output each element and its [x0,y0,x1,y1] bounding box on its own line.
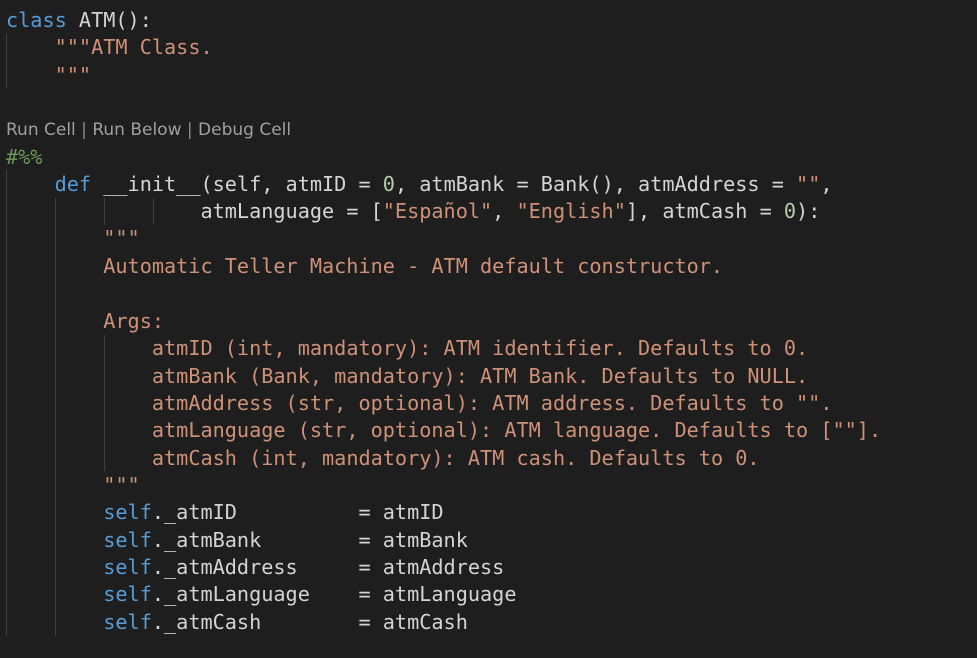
docstring-token: """ATM Class. [54,35,213,59]
docstring-token: atmBank (Bank, mandatory): ATM Bank. Def… [151,364,809,388]
code-token: ._atmCash = atmCash [151,610,468,634]
run-below-link[interactable]: Run Below [92,120,181,140]
code-token: ], atmCash = [625,199,784,223]
keyword-token: class [6,8,67,32]
codelens-separator: | [181,120,199,140]
self-token: self [103,610,152,634]
docstring-token: """ [103,226,140,250]
code-token: , [492,199,517,223]
code-token: ): [796,199,821,223]
code-token: ._atmID = atmID [151,500,444,524]
number-token: 0 [382,172,395,196]
code-line[interactable]: Args: [6,308,164,335]
code-line[interactable]: self._atmCash = atmCash [6,609,468,636]
self-token: self [103,582,152,606]
docstring-token: atmAddress (str, optional): ATM address.… [151,391,833,415]
docstring-token: """ [54,63,92,87]
code-line[interactable]: """ [6,225,140,252]
code-token: ._atmBank = atmBank [151,528,468,552]
docstring-token: Automatic Teller Machine - ATM default c… [103,254,724,278]
code-token: atmLanguage = [ [200,199,383,223]
docstring-token: atmCash (int, mandatory): ATM cash. Defa… [151,446,760,470]
code-line[interactable]: self._atmAddress = atmAddress [6,554,504,581]
code-line[interactable]: atmBank (Bank, mandatory): ATM Bank. Def… [6,363,808,390]
code-line[interactable]: atmCash (int, mandatory): ATM cash. Defa… [6,445,760,472]
number-token: 0 [783,199,797,223]
run-cell-link[interactable]: Run Cell [6,120,76,140]
docstring-token: atmID (int, mandatory): ATM identifier. … [151,336,809,360]
codelens-bar: Run Cell | Run Below | Debug Cell [6,117,291,144]
code-line[interactable]: atmLanguage (str, optional): ATM languag… [6,417,881,444]
code-line[interactable]: self._atmBank = atmBank [6,527,468,554]
code-line[interactable]: """ [6,62,91,89]
code-line[interactable]: self._atmID = atmID [6,499,444,526]
cell-marker-comment: #%% [6,145,43,169]
string-token: "English" [516,199,626,223]
code-token: , [820,172,833,196]
string-token: "" [796,172,821,196]
docstring-token: Args: [103,309,165,333]
keyword-token: def [54,172,92,196]
string-token: "Español" [382,199,493,223]
code-token: ._atmLanguage = atmLanguage [151,582,517,606]
code-token: (): [115,8,152,32]
code-line[interactable]: atmLanguage = ["Español", "English"], at… [6,198,820,225]
code-line[interactable]: def __init__(self, atmID = 0, atmBank = … [6,171,833,198]
docstring-token: """ [103,473,140,497]
code-token: , atmBank = Bank(), atmAddress = [394,172,797,196]
code-line[interactable]: Automatic Teller Machine - ATM default c… [6,253,723,280]
code-line[interactable]: #%% [6,144,42,171]
self-token: self [103,555,152,579]
self-token: self [103,528,152,552]
code-line[interactable]: self._atmLanguage = atmLanguage [6,581,516,608]
debug-cell-link[interactable]: Debug Cell [198,120,291,140]
code-line[interactable]: """ [6,472,140,499]
code-line[interactable]: """ATM Class. [6,34,213,61]
docstring-token: atmLanguage (str, optional): ATM languag… [151,418,882,442]
code-line[interactable]: class ATM(): [6,7,152,34]
codelens-separator: | [75,120,93,140]
code-editor[interactable]: class ATM(): """ATM Class. """ Run Cell … [0,0,977,658]
class-name-token: ATM [66,8,116,32]
code-line[interactable]: atmID (int, mandatory): ATM identifier. … [6,335,808,362]
code-token: __init__(self, atmID = [91,172,383,196]
code-line[interactable]: atmAddress (str, optional): ATM address.… [6,390,833,417]
self-token: self [103,500,152,524]
code-token: ._atmAddress = atmAddress [151,555,505,579]
